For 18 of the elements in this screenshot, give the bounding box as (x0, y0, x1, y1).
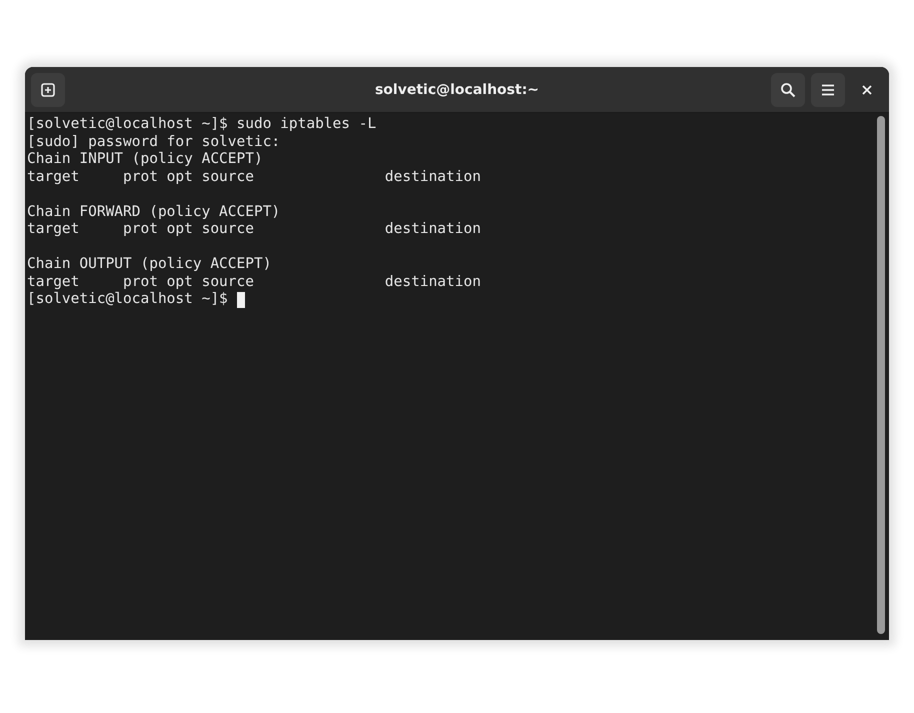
terminal-line: Chain FORWARD (policy ACCEPT) (27, 204, 280, 221)
terminal-line: Chain INPUT (policy ACCEPT) (27, 151, 263, 168)
new-tab-button[interactable] (31, 72, 65, 106)
terminal-line: target prot opt source destination (27, 221, 481, 238)
close-icon (862, 84, 872, 94)
new-tab-icon (40, 82, 56, 98)
terminal-line: target prot opt source destination (27, 168, 481, 186)
terminal-line: Chain OUTPUT (policy ACCEPT) (27, 256, 272, 274)
terminal-line: target prot opt source destination (27, 274, 481, 291)
window-title: solvetic@localhost:~ (374, 82, 540, 98)
scrollbar[interactable] (877, 116, 885, 634)
search-icon (780, 82, 796, 98)
terminal-line: [solvetic@localhost ~]$ sudo iptables -L (27, 116, 376, 134)
terminal-line: [solvetic@localhost ~]$ (27, 291, 229, 308)
menu-icon (821, 84, 835, 96)
terminal-line: [sudo] password for solvetic: (27, 134, 280, 151)
search-button[interactable] (771, 72, 805, 106)
menu-button[interactable] (811, 72, 845, 106)
